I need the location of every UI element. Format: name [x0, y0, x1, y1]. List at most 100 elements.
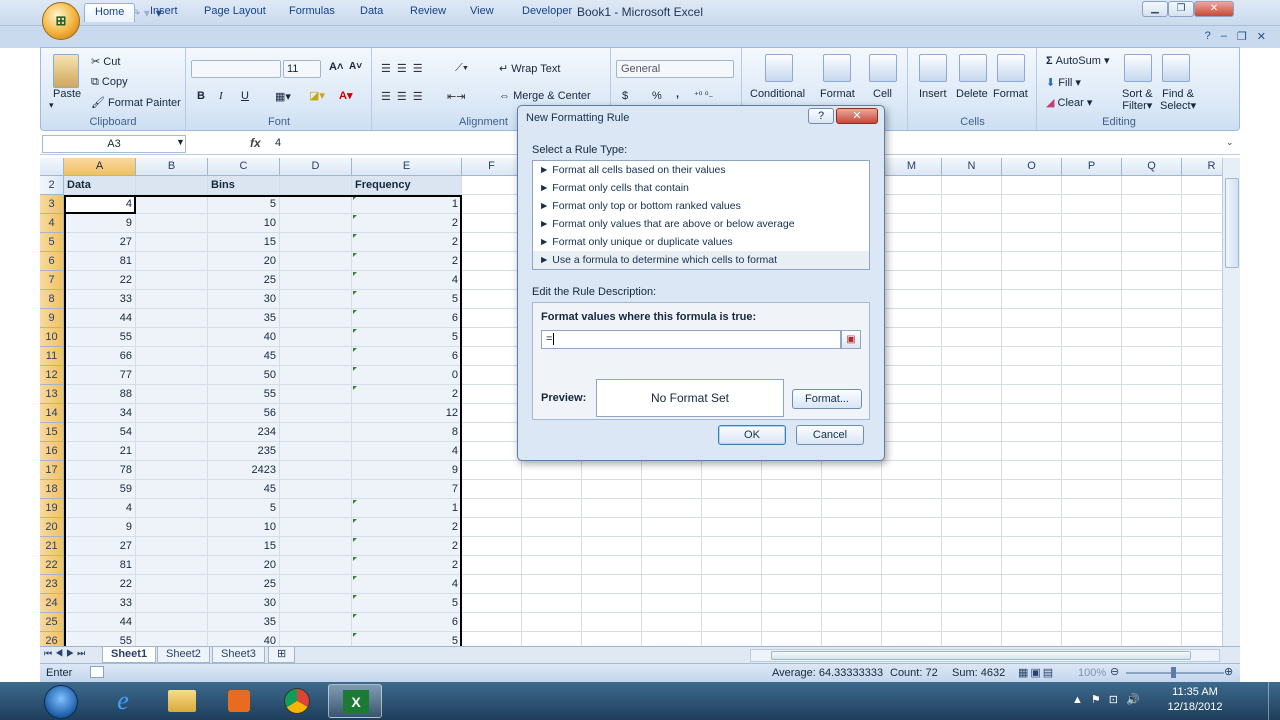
insert-sheet-icon[interactable]: ⊞: [268, 647, 296, 663]
table-cell[interactable]: [1122, 537, 1182, 556]
row-header[interactable]: 15: [40, 423, 64, 442]
dialog-help-button[interactable]: ?: [808, 108, 834, 124]
table-cell[interactable]: [462, 613, 522, 632]
table-cell[interactable]: 33: [64, 290, 136, 309]
table-cell[interactable]: [280, 423, 352, 442]
table-cell[interactable]: [882, 594, 942, 613]
fill-color-icon[interactable]: ◪▾: [309, 89, 325, 102]
table-cell[interactable]: [1122, 632, 1182, 646]
table-cell[interactable]: [462, 214, 522, 233]
fill-button[interactable]: ⬇ Fill ▾: [1046, 76, 1081, 89]
table-cell[interactable]: [462, 442, 522, 461]
table-cell[interactable]: [942, 347, 1002, 366]
table-cell[interactable]: [462, 632, 522, 646]
table-cell[interactable]: [762, 480, 822, 499]
table-cell[interactable]: [136, 214, 208, 233]
table-cell[interactable]: 34: [64, 404, 136, 423]
start-button-icon[interactable]: [44, 685, 78, 719]
table-cell[interactable]: [942, 575, 1002, 594]
table-cell[interactable]: [762, 537, 822, 556]
table-cell[interactable]: [280, 214, 352, 233]
find-select-button[interactable]: Find & Select▾: [1160, 88, 1196, 112]
table-cell[interactable]: [136, 537, 208, 556]
zoom-level[interactable]: 100%: [1078, 667, 1106, 679]
table-cell[interactable]: [462, 518, 522, 537]
table-cell[interactable]: [280, 594, 352, 613]
select-all-corner[interactable]: [40, 158, 64, 176]
bold-button[interactable]: B: [197, 90, 205, 102]
table-cell[interactable]: 44: [64, 613, 136, 632]
cell-styles-button[interactable]: Cell: [873, 88, 892, 100]
tab-formulas[interactable]: Formulas: [279, 3, 345, 22]
table-cell[interactable]: [1182, 518, 1222, 537]
table-cell[interactable]: [1182, 594, 1222, 613]
table-cell[interactable]: [642, 480, 702, 499]
table-cell[interactable]: [1122, 347, 1182, 366]
table-cell[interactable]: [136, 480, 208, 499]
formula-input-field[interactable]: =: [541, 330, 841, 349]
table-cell[interactable]: [882, 252, 942, 271]
table-cell[interactable]: [1122, 404, 1182, 423]
row-header[interactable]: 14: [40, 404, 64, 423]
table-cell[interactable]: [1122, 480, 1182, 499]
table-cell[interactable]: 5: [352, 328, 462, 347]
table-cell[interactable]: [1062, 347, 1122, 366]
table-cell[interactable]: [882, 214, 942, 233]
table-cell[interactable]: [280, 575, 352, 594]
table-cell[interactable]: [280, 632, 352, 646]
row-header[interactable]: 23: [40, 575, 64, 594]
table-cell[interactable]: [942, 252, 1002, 271]
table-cell[interactable]: 8: [352, 423, 462, 442]
explorer-folder-icon[interactable]: [154, 684, 208, 718]
table-cell[interactable]: [822, 499, 882, 518]
find-select-icon[interactable]: [1162, 54, 1190, 82]
table-cell[interactable]: 50: [208, 366, 280, 385]
table-cell[interactable]: [882, 461, 942, 480]
table-cell[interactable]: [1122, 575, 1182, 594]
table-cell[interactable]: [1122, 195, 1182, 214]
table-cell[interactable]: [1182, 366, 1222, 385]
table-cell[interactable]: 20: [208, 556, 280, 575]
table-cell[interactable]: [1182, 328, 1222, 347]
table-cell[interactable]: [1182, 499, 1222, 518]
table-cell[interactable]: [942, 214, 1002, 233]
table-cell[interactable]: [1182, 290, 1222, 309]
orientation-icon[interactable]: ⟋▾: [455, 62, 468, 75]
table-cell[interactable]: [462, 233, 522, 252]
header-cell[interactable]: [136, 176, 208, 195]
table-cell[interactable]: [1122, 556, 1182, 575]
table-cell[interactable]: [1062, 309, 1122, 328]
table-cell[interactable]: [1002, 537, 1062, 556]
row-header[interactable]: 10: [40, 328, 64, 347]
format-painter-button[interactable]: 🖌 Format Painter: [91, 96, 181, 109]
table-cell[interactable]: [136, 385, 208, 404]
table-cell[interactable]: [942, 594, 1002, 613]
table-cell[interactable]: [1002, 632, 1062, 646]
table-cell[interactable]: [462, 594, 522, 613]
currency-button[interactable]: $: [622, 90, 628, 102]
table-cell[interactable]: 6: [352, 309, 462, 328]
table-cell[interactable]: [280, 290, 352, 309]
cut-button[interactable]: ✂ Cut: [91, 55, 120, 68]
table-cell[interactable]: [702, 537, 762, 556]
table-cell[interactable]: [280, 442, 352, 461]
table-cell[interactable]: [136, 195, 208, 214]
table-cell[interactable]: [1002, 271, 1062, 290]
table-cell[interactable]: [1062, 632, 1122, 646]
table-cell[interactable]: [1062, 594, 1122, 613]
table-cell[interactable]: [1062, 461, 1122, 480]
table-cell[interactable]: 0: [352, 366, 462, 385]
table-cell[interactable]: 2423: [208, 461, 280, 480]
table-cell[interactable]: [882, 499, 942, 518]
rule-type-item[interactable]: ► Format only values that are above or b…: [539, 215, 795, 233]
table-cell[interactable]: [1002, 309, 1062, 328]
table-cell[interactable]: [522, 518, 582, 537]
table-cell[interactable]: [1122, 461, 1182, 480]
table-cell[interactable]: [1062, 575, 1122, 594]
wrap-text-button[interactable]: ↵ Wrap Text: [499, 62, 560, 75]
office-button[interactable]: ⊞: [42, 2, 80, 40]
table-cell[interactable]: [136, 556, 208, 575]
table-cell[interactable]: [136, 347, 208, 366]
table-cell[interactable]: [1182, 461, 1222, 480]
horizontal-scrollbar[interactable]: [750, 649, 1220, 662]
